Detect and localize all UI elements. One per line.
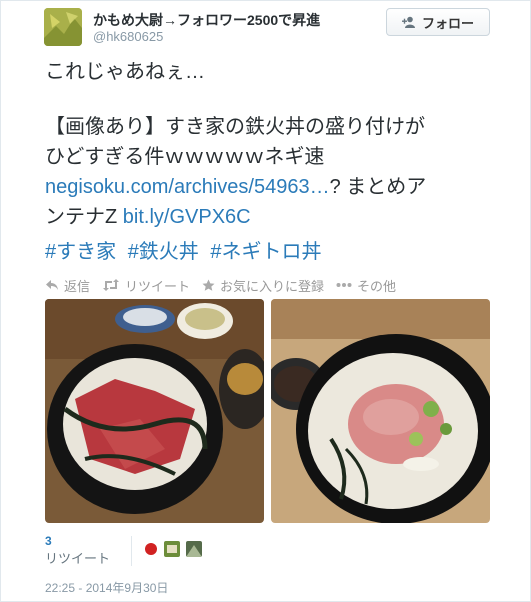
stats-divider xyxy=(131,536,132,566)
tweet-line-text: ンテナZ xyxy=(45,206,123,228)
follow-button-label: フォロー xyxy=(421,15,474,31)
short-link[interactable]: bit.ly/GVPX6C xyxy=(123,206,251,228)
favorite-button[interactable]: お気に入りに登録 xyxy=(202,276,324,295)
tweet-line: ひどすぎる件ｗｗｗｗｗネギ速 xyxy=(45,146,325,168)
reply-label: 返信 xyxy=(64,278,91,294)
reply-button[interactable]: 返信 xyxy=(45,276,90,295)
tweet-card: かもめ大尉→フォロワー2500で昇進 @hk680625 フォロー これじゃあね… xyxy=(0,0,531,602)
user-screen-name[interactable]: @hk680625 xyxy=(93,29,163,44)
tweet-line: negisoku.com/archives/54963…? まとめア xyxy=(45,172,515,202)
user-avatar[interactable] xyxy=(44,8,82,46)
retweeter-avatar[interactable] xyxy=(143,541,159,557)
favorite-label: お気に入りに登録 xyxy=(220,278,325,294)
retweeter-avatar[interactable] xyxy=(186,541,202,557)
tweet-text: これじゃあねぇ… 【画像あり】すき家の鉄火丼の盛り付けが ひどすぎる件ｗｗｗｗｗ… xyxy=(45,57,515,232)
tweet-line: 【画像あり】すき家の鉄火丼の盛り付けが xyxy=(45,116,425,138)
tweet-line: これじゃあねぇ… xyxy=(45,61,205,83)
retweet-count-label[interactable]: リツイート xyxy=(45,548,110,567)
retweeter-avatar[interactable] xyxy=(164,541,180,557)
tweet-timestamp[interactable]: 22:25 - 2014年9月30日 xyxy=(45,579,168,596)
tweet-actions: 返信 リツイート お気に入りに登録 その他 xyxy=(45,275,396,295)
hashtag-link[interactable]: #ネギトロ丼 xyxy=(210,241,321,263)
add-user-icon xyxy=(401,16,415,28)
retweet-icon xyxy=(103,279,120,291)
star-icon xyxy=(202,279,215,291)
photo-tekkadon[interactable] xyxy=(45,299,264,523)
follow-button[interactable]: フォロー xyxy=(386,8,490,36)
more-label: その他 xyxy=(357,278,397,294)
photo-negitoro-don[interactable] xyxy=(271,299,490,523)
hashtag-row: #すき家 #鉄火丼 #ネギトロ丼 xyxy=(45,237,328,267)
reply-icon xyxy=(46,280,58,290)
more-dots-icon xyxy=(336,283,352,287)
hashtag-link[interactable]: #すき家 xyxy=(45,241,116,263)
user-display-name[interactable]: かもめ大尉→フォロワー2500で昇進 xyxy=(93,10,320,30)
tweet-line: ンテナZ bit.ly/GVPX6C xyxy=(45,202,515,232)
tweet-line-text: ? まとめア xyxy=(329,176,427,198)
hashtag-link[interactable]: #鉄火丼 xyxy=(128,241,199,263)
retweet-count[interactable]: 3 xyxy=(45,534,52,548)
more-button[interactable]: その他 xyxy=(336,276,396,295)
retweet-button[interactable]: リツイート xyxy=(102,276,190,295)
article-link[interactable]: negisoku.com/archives/54963… xyxy=(45,176,330,198)
retweet-label: リツイート xyxy=(125,278,191,294)
